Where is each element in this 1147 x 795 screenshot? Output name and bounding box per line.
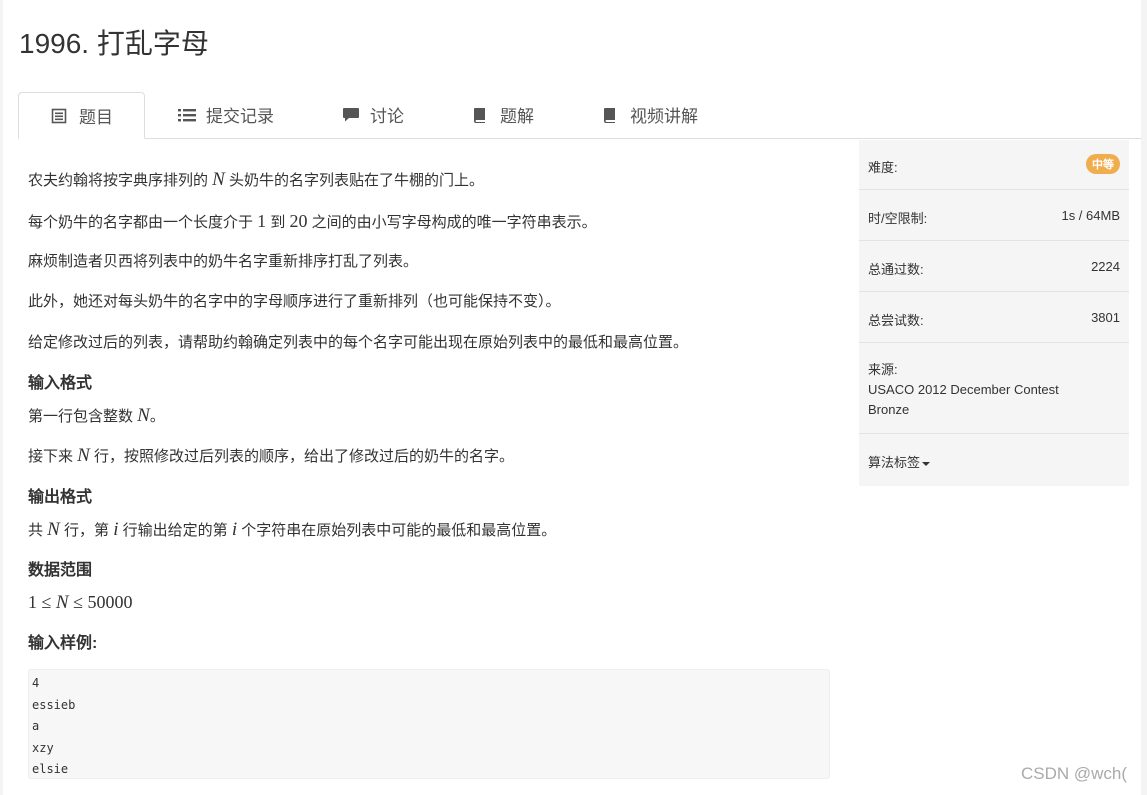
limit-row: 时/空限制: 1s / 64MB [859, 190, 1129, 241]
paragraph: 共 N 行，第 i 行输出给定的第 i 个字符串在原始列表中可能的最低和最高位置… [28, 519, 557, 540]
difficulty-badge: 中等 [1086, 154, 1120, 174]
tab-bar: 题目 提交记录 讨论 题解 视频讲解 [18, 92, 1141, 139]
code-line: essieb [32, 697, 76, 712]
tab-solutions[interactable]: 题解 [440, 92, 550, 137]
code-line: 4 [32, 676, 40, 690]
attempts-row: 总尝试数: 3801 [859, 292, 1129, 343]
data-range-heading: 数据范围 [28, 562, 93, 579]
passed-label: 总通过数: [868, 262, 924, 277]
algorithm-tags-toggle[interactable]: 算法标签 [868, 452, 931, 471]
tab-label: 提交记录 [206, 107, 274, 126]
paragraph: 农夫约翰将按字典序排列的 N 头奶牛的名字列表贴在了牛棚的门上。 [28, 169, 485, 190]
caret-down-icon [922, 461, 931, 466]
tab-label: 视频讲解 [630, 107, 698, 126]
tab-discussion[interactable]: 讨论 [310, 92, 420, 137]
sample-input-block[interactable]: 4 essieb a xzy elsie [28, 669, 830, 779]
book-icon [602, 107, 618, 123]
paragraph: 麻烦制造者贝西将列表中的奶牛名字重新排序打乱了列表。 [28, 253, 419, 270]
source-label: 来源: [868, 362, 898, 377]
paragraph: 给定修改过后的列表，请帮助约翰确定列表中的每个名字可能出现在原始列表中的最低和最… [28, 334, 689, 351]
tab-problem[interactable]: 题目 [18, 92, 145, 139]
tab-submissions[interactable]: 提交记录 [146, 92, 296, 137]
data-range-formula: 1 ≤ N ≤ 50000 [28, 592, 133, 613]
source-row: 来源: USACO 2012 December Contest Bronze [859, 343, 1129, 434]
output-format-heading: 输出格式 [28, 489, 93, 506]
input-format-heading: 输入格式 [28, 375, 93, 392]
source-value[interactable]: USACO 2012 December Contest Bronze [868, 380, 1083, 420]
passed-value: 2224 [1091, 259, 1120, 274]
page-title: 1996. 打乱字母 [19, 28, 209, 59]
book-icon [472, 107, 488, 123]
problem-info-sidebar: 难度: 中等 时/空限制: 1s / 64MB 总通过数: 2224 总尝试数:… [859, 140, 1129, 486]
comment-icon [342, 107, 359, 123]
attempts-label: 总尝试数: [868, 313, 924, 328]
tab-label: 题目 [79, 108, 113, 127]
watermark: CSDN @wch( [1020, 764, 1127, 783]
difficulty-row: 难度: 中等 [859, 140, 1129, 190]
algorithm-tags-row[interactable]: 算法标签 [859, 434, 1129, 486]
paragraph: 第一行包含整数 N。 [28, 405, 165, 426]
paragraph: 每个奶牛的名字都由一个长度介于 1 到 20 之间的由小写字母构成的唯一字符串表… [28, 211, 597, 231]
paragraph: 接下来 N 行，按照修改过后列表的顺序，给出了修改过后的奶牛的名字。 [28, 445, 515, 466]
tab-label: 题解 [500, 107, 534, 126]
limit-label: 时/空限制: [868, 211, 928, 226]
passed-row: 总通过数: 2224 [859, 241, 1129, 292]
sample-input-heading: 输入样例: [28, 635, 98, 652]
list-icon [178, 107, 196, 123]
attempts-value: 3801 [1091, 310, 1120, 325]
code-line: a [32, 719, 40, 733]
difficulty-label: 难度: [868, 160, 898, 175]
problem-page: 1996. 打乱字母 题目 提交记录 讨论 题解 视频讲解 农夫约翰将按字典序排… [3, 0, 1141, 795]
document-icon [51, 108, 67, 124]
code-line: elsie [32, 762, 69, 776]
code-line: xzy [32, 740, 54, 755]
tab-video[interactable]: 视频讲解 [570, 92, 720, 137]
limit-value: 1s / 64MB [1061, 208, 1120, 223]
tab-label: 讨论 [370, 107, 404, 126]
paragraph: 此外，她还对每头奶牛的名字中的字母顺序进行了重新排列（也可能保持不变）。 [28, 293, 561, 310]
